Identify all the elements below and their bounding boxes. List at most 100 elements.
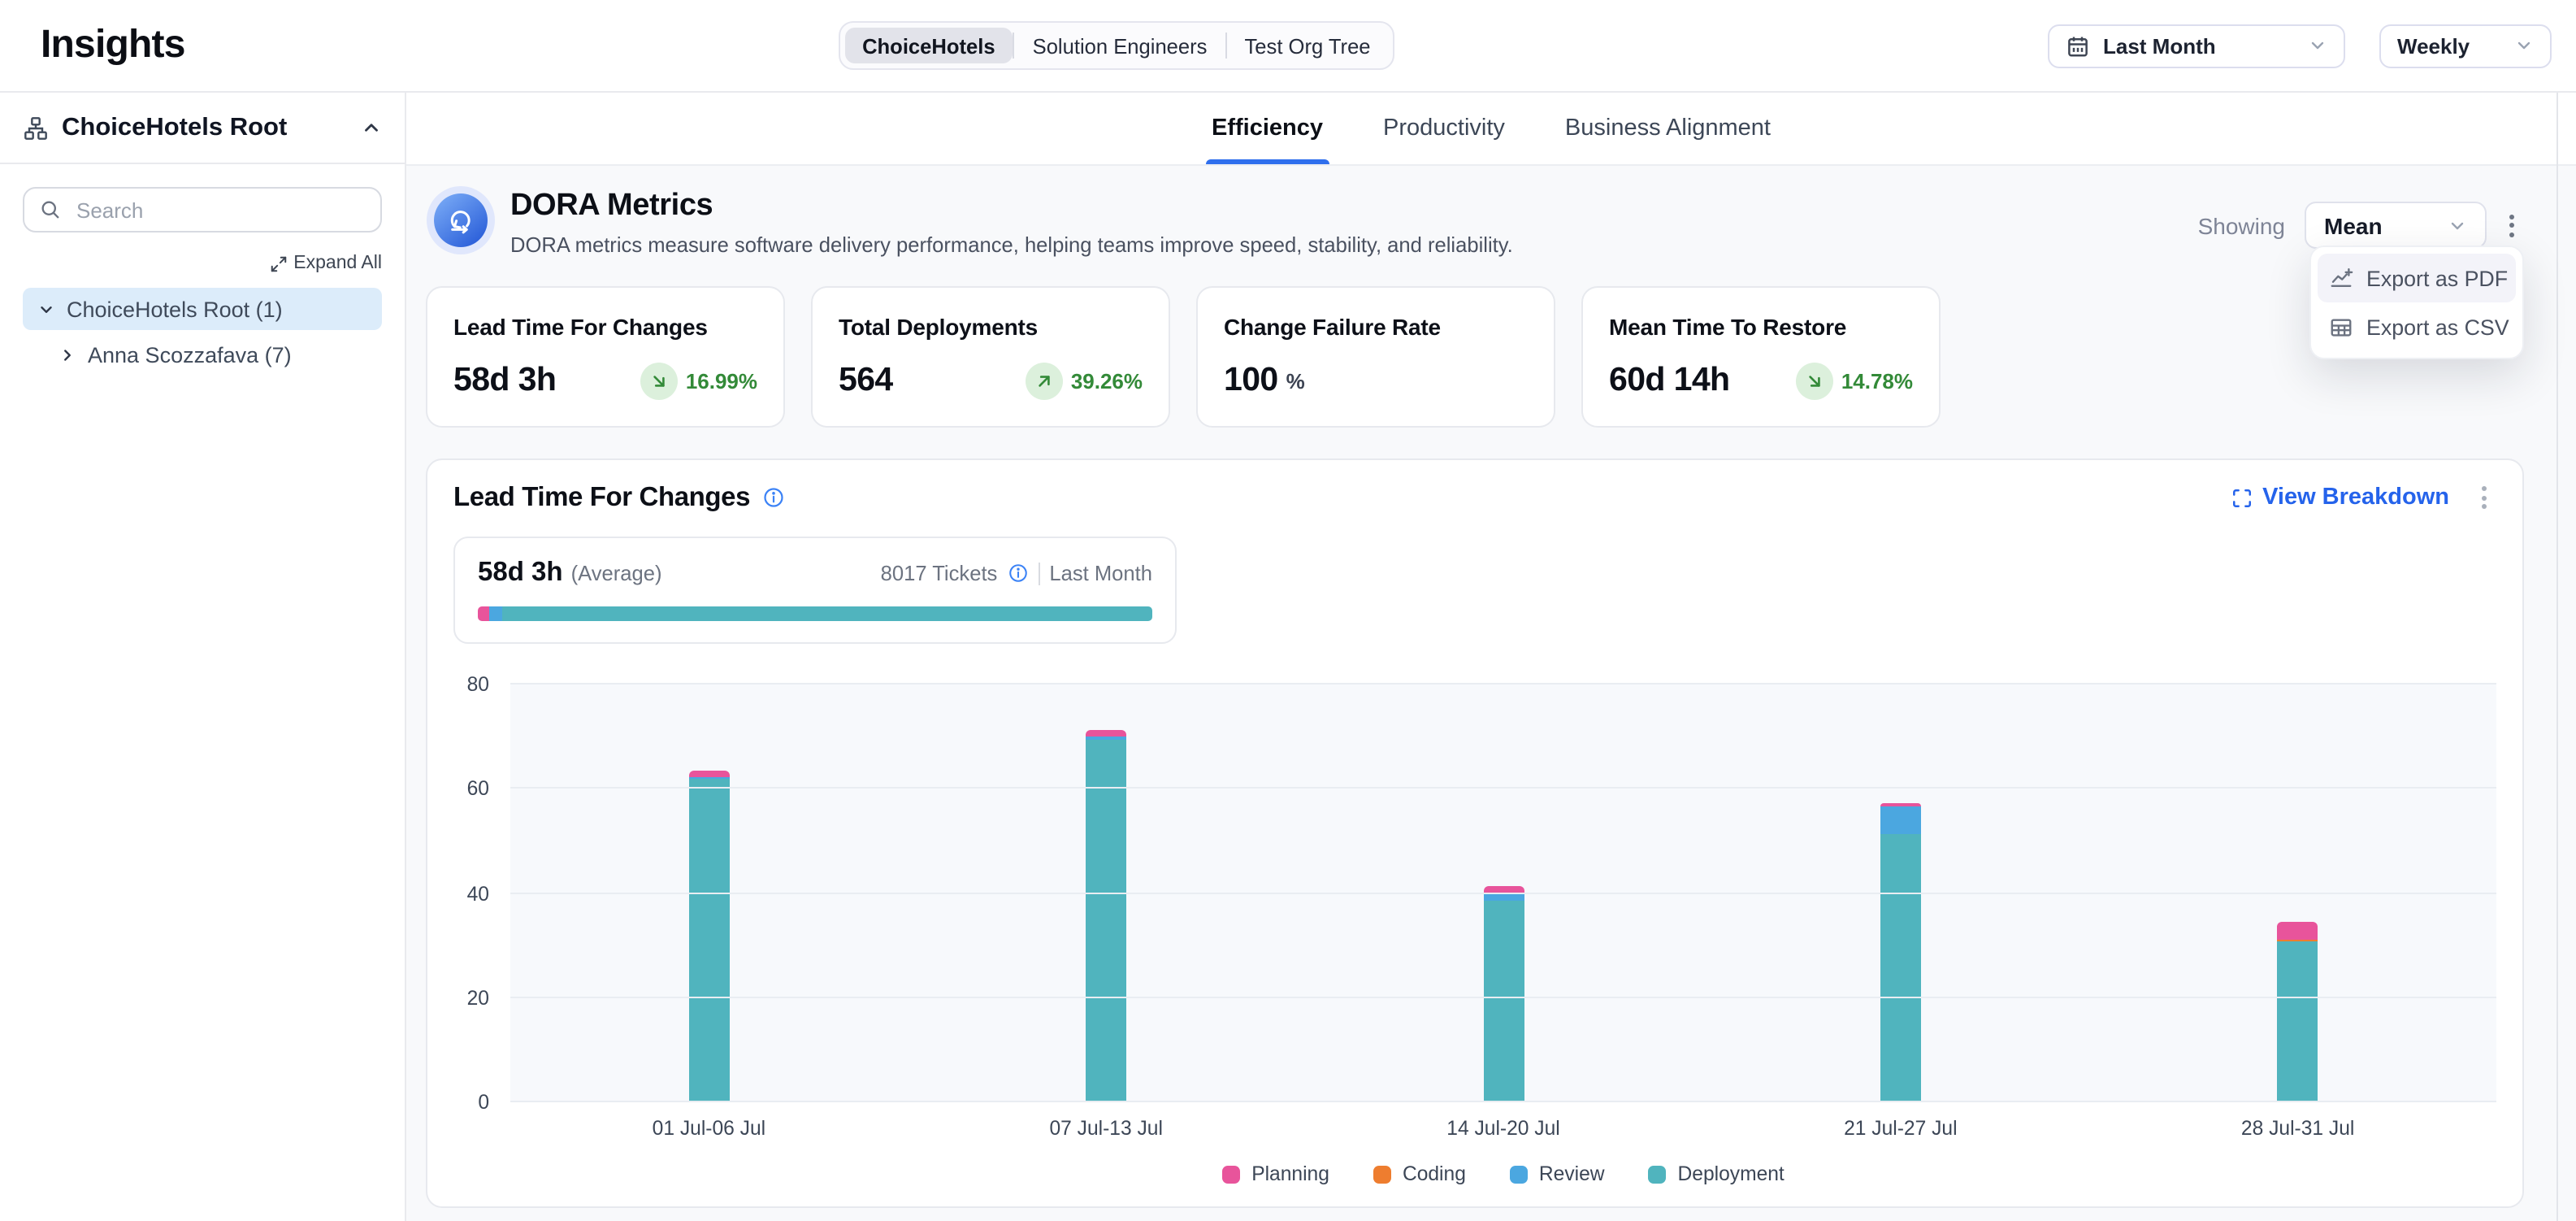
metric-card-total-deployments: Total Deployments 564 39.26%	[811, 286, 1170, 428]
y-axis: 020406080	[453, 684, 510, 1102]
expand-corners-icon	[2231, 487, 2253, 508]
stacked-bar[interactable]	[1880, 684, 1921, 1102]
dora-title: DORA Metrics	[510, 189, 1513, 224]
metric-card-title: Total Deployments	[839, 314, 1143, 340]
metric-card-title: Lead Time For Changes	[453, 314, 757, 340]
bar-slot	[908, 684, 1305, 1102]
sidebar-header: ChoiceHotels Root	[0, 93, 405, 164]
bar-segment-review[interactable]	[1880, 806, 1921, 833]
bar-slot	[510, 684, 908, 1102]
bar-segment-deployment[interactable]	[688, 779, 729, 1102]
expand-all-icon	[269, 254, 287, 272]
sidebar-body: Expand All ChoiceHotels Root (1)	[0, 164, 405, 398]
org-tab-group: ChoiceHotels Solution Engineers Test Org…	[838, 21, 1395, 70]
date-range-select[interactable]: Last Month	[2048, 24, 2345, 67]
x-axis-label: 28 Jul-31 Jul	[2099, 1117, 2496, 1140]
legend-item-coding[interactable]: Coding	[1373, 1162, 1466, 1185]
bar-segment-deployment[interactable]	[1483, 902, 1524, 1102]
metric-delta-pct: 39.26%	[1071, 368, 1143, 393]
metric-card-value: 564	[839, 361, 893, 400]
section-title: Lead Time For Changes	[453, 482, 750, 513]
info-icon[interactable]	[761, 486, 784, 509]
bar-segment-planning[interactable]	[1086, 731, 1126, 737]
stacked-bar[interactable]	[688, 684, 729, 1102]
phase-distribution-bar	[478, 606, 1152, 621]
gridline	[510, 892, 2496, 893]
menu-item-label: Export as PDF	[2366, 266, 2508, 290]
search-input[interactable]	[73, 196, 366, 224]
org-tab-choicehotels[interactable]: ChoiceHotels	[844, 28, 1013, 63]
tab-efficiency[interactable]: Efficiency	[1208, 93, 1326, 164]
header-controls: Last Month Weekly	[2048, 24, 2552, 67]
tab-business-alignment[interactable]: Business Alignment	[1562, 93, 1774, 164]
y-axis-tick: 60	[467, 778, 489, 801]
tree-row-choicehotels-root[interactable]: ChoiceHotels Root (1)	[23, 288, 382, 330]
expand-all-button[interactable]: Expand All	[269, 254, 382, 273]
lead-time-section: Lead Time For Changes View Breakdown	[426, 458, 2524, 1208]
metric-card-value: 100	[1224, 361, 1278, 400]
dora-header: DORA Metrics DORA metrics measure softwa…	[426, 184, 2524, 257]
main-tabs: Efficiency Productivity Business Alignme…	[406, 93, 2576, 166]
period-label: Last Month	[1049, 561, 1152, 585]
info-icon[interactable]	[1007, 563, 1028, 584]
y-axis-tick: 40	[467, 882, 489, 905]
view-breakdown-button[interactable]: View Breakdown	[2222, 483, 2459, 512]
bar-slot	[1305, 684, 1702, 1102]
chevron-right-icon	[59, 345, 76, 363]
bar-slot	[2099, 684, 2496, 1102]
org-tab-test-org-tree[interactable]: Test Org Tree	[1227, 28, 1389, 63]
distribution-segment-planning	[478, 606, 490, 621]
bar-segment-review[interactable]	[1483, 893, 1524, 901]
legend-label: Review	[1539, 1162, 1605, 1185]
metric-card-mean-time-to-restore: Mean Time To Restore 60d 14h 14.78%	[1581, 286, 1941, 428]
org-tab-solution-engineers[interactable]: Solution Engineers	[1015, 28, 1225, 63]
arrow-up-right-icon	[1026, 362, 1063, 399]
stacked-bar[interactable]	[1086, 684, 1126, 1102]
average-summary-box: 58d 3h (Average) 8017 Tickets Last Month	[453, 537, 1177, 644]
bar-segment-deployment[interactable]	[1086, 739, 1126, 1102]
y-axis-tick: 20	[467, 987, 489, 1010]
bar-segment-planning[interactable]	[2278, 922, 2318, 940]
org-tree: ChoiceHotels Root (1) Anna Scozzafava (7…	[23, 288, 382, 376]
org-tab-group-wrap: ChoiceHotels Solution Engineers Test Org…	[185, 21, 2048, 70]
legend-swatch	[1649, 1165, 1667, 1183]
chart-legend: Planning Coding Review Deployment	[510, 1162, 2496, 1185]
chevron-down-icon	[37, 300, 55, 318]
dora-icon-wrap	[426, 184, 496, 257]
distribution-segment-review	[490, 606, 503, 621]
export-menu: Export as PDF Export as CSV	[2309, 246, 2524, 359]
x-axis: 01 Jul-06 Jul07 Jul-13 Jul14 Jul-20 Jul2…	[510, 1117, 2496, 1140]
stacked-bar[interactable]	[1483, 684, 1524, 1102]
dora-kebab-menu-button[interactable]	[2487, 207, 2524, 243]
chevron-down-icon	[2308, 36, 2327, 55]
legend-item-review[interactable]: Review	[1510, 1162, 1605, 1185]
x-axis-label: 14 Jul-20 Jul	[1305, 1117, 1702, 1140]
arrow-down-right-icon	[1796, 362, 1833, 399]
dora-cycle-icon	[434, 193, 488, 247]
meta-separator	[1038, 562, 1039, 584]
sidebar-collapse-button[interactable]	[361, 117, 382, 138]
gridline	[510, 788, 2496, 789]
tab-productivity[interactable]: Productivity	[1380, 93, 1508, 164]
tree-row-label: Anna Scozzafava (7)	[88, 342, 292, 367]
tree-row-anna-scozzafava[interactable]: Anna Scozzafava (7)	[44, 333, 382, 376]
menu-item-export-csv[interactable]: Export as CSV	[2318, 302, 2516, 351]
bar-segment-planning[interactable]	[688, 770, 729, 776]
x-axis-label: 21 Jul-27 Jul	[1702, 1117, 2099, 1140]
metric-delta: 39.26%	[1026, 362, 1143, 399]
main-content: DORA Metrics DORA metrics measure softwa…	[406, 166, 2576, 1221]
showing-select[interactable]: Mean	[2305, 202, 2487, 249]
legend-item-deployment[interactable]: Deployment	[1649, 1162, 1785, 1185]
menu-item-export-pdf[interactable]: Export as PDF	[2318, 254, 2516, 302]
section-kebab-menu-button[interactable]	[2459, 480, 2496, 515]
bar-segment-deployment[interactable]	[2278, 942, 2318, 1102]
bar-segment-deployment[interactable]	[1880, 833, 1921, 1102]
view-breakdown-label: View Breakdown	[2262, 484, 2449, 511]
legend-item-planning[interactable]: Planning	[1222, 1162, 1329, 1185]
scrollbar-track[interactable]	[2556, 93, 2558, 1221]
stacked-bar[interactable]	[2278, 684, 2318, 1102]
calendar-icon	[2066, 33, 2090, 58]
granularity-select[interactable]: Weekly	[2379, 24, 2552, 67]
dora-controls: Showing Mean	[2198, 202, 2524, 249]
x-axis-label: 07 Jul-13 Jul	[908, 1117, 1305, 1140]
